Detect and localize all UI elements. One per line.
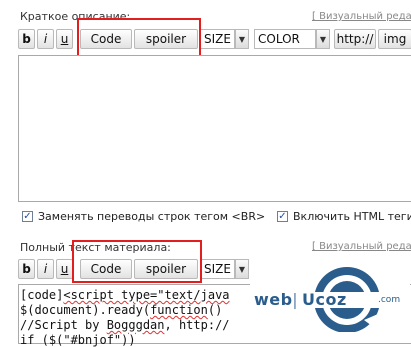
replace-newlines-label: Заменять переводы строк тегом <BR> [38,210,266,223]
size-select[interactable]: SIZE [200,259,235,279]
color-dropdown-icon[interactable]: ▼ [316,29,330,49]
visual-editor-link-full[interactable]: [ Визуальный редак [312,241,411,252]
code-text: , http:// [164,318,230,332]
code-text: $(document) [20,303,100,317]
code-line: [code]<script type="text/java [20,288,230,302]
visual-editor-link-text[interactable]: [ Визуальный редак [312,11,411,22]
short-description-textarea[interactable] [18,55,411,202]
highlight-box [72,240,202,283]
visual-editor-link-short[interactable]: [ Визуальный редак [312,11,411,22]
logo-web-text: web [254,290,293,309]
webucoz-logo: web | Ucoz .com [250,262,410,332]
underline-button[interactable]: u [56,29,73,49]
visual-editor-link-text[interactable]: [ Визуальный редак [312,241,411,252]
img-button[interactable]: img [378,29,411,49]
code-text: if ($("#bnjof")) [20,333,136,347]
code-text: <script type="text/java [63,288,230,302]
italic-button[interactable]: i [37,259,54,279]
enable-html-label: Включить HTML теги [293,210,411,223]
http-button[interactable]: http:// [334,29,376,49]
logo-com-text: .com [378,295,401,305]
enable-html-checkbox[interactable]: ✓ [277,211,288,222]
bold-button[interactable]: b [18,259,35,279]
color-select[interactable]: COLOR [254,29,316,49]
size-dropdown-icon[interactable]: ▼ [235,29,249,49]
code-text: .ready( [99,303,151,317]
size-dropdown-icon[interactable]: ▼ [235,259,249,279]
underline-button[interactable]: u [56,259,73,279]
code-line: //Script by Bogggdan, http:// [20,318,230,332]
code-tag: [code] [20,288,64,302]
code-text: Bogggdan [106,318,165,332]
code-line: $(document).ready(function() [20,303,222,317]
code-line: if ($("#bnjof")) [20,333,136,347]
code-text: () [207,303,223,317]
replace-newlines-checkbox[interactable]: ✓ [22,211,33,222]
logo-separator: | [292,290,299,309]
code-text: function [150,303,208,317]
italic-button[interactable]: i [37,29,54,49]
bold-button[interactable]: b [18,29,35,49]
logo-ucoz-text: Ucoz [302,290,347,309]
highlight-box [77,18,201,58]
code-text: //Script by [20,318,107,332]
size-select[interactable]: SIZE [200,29,235,49]
